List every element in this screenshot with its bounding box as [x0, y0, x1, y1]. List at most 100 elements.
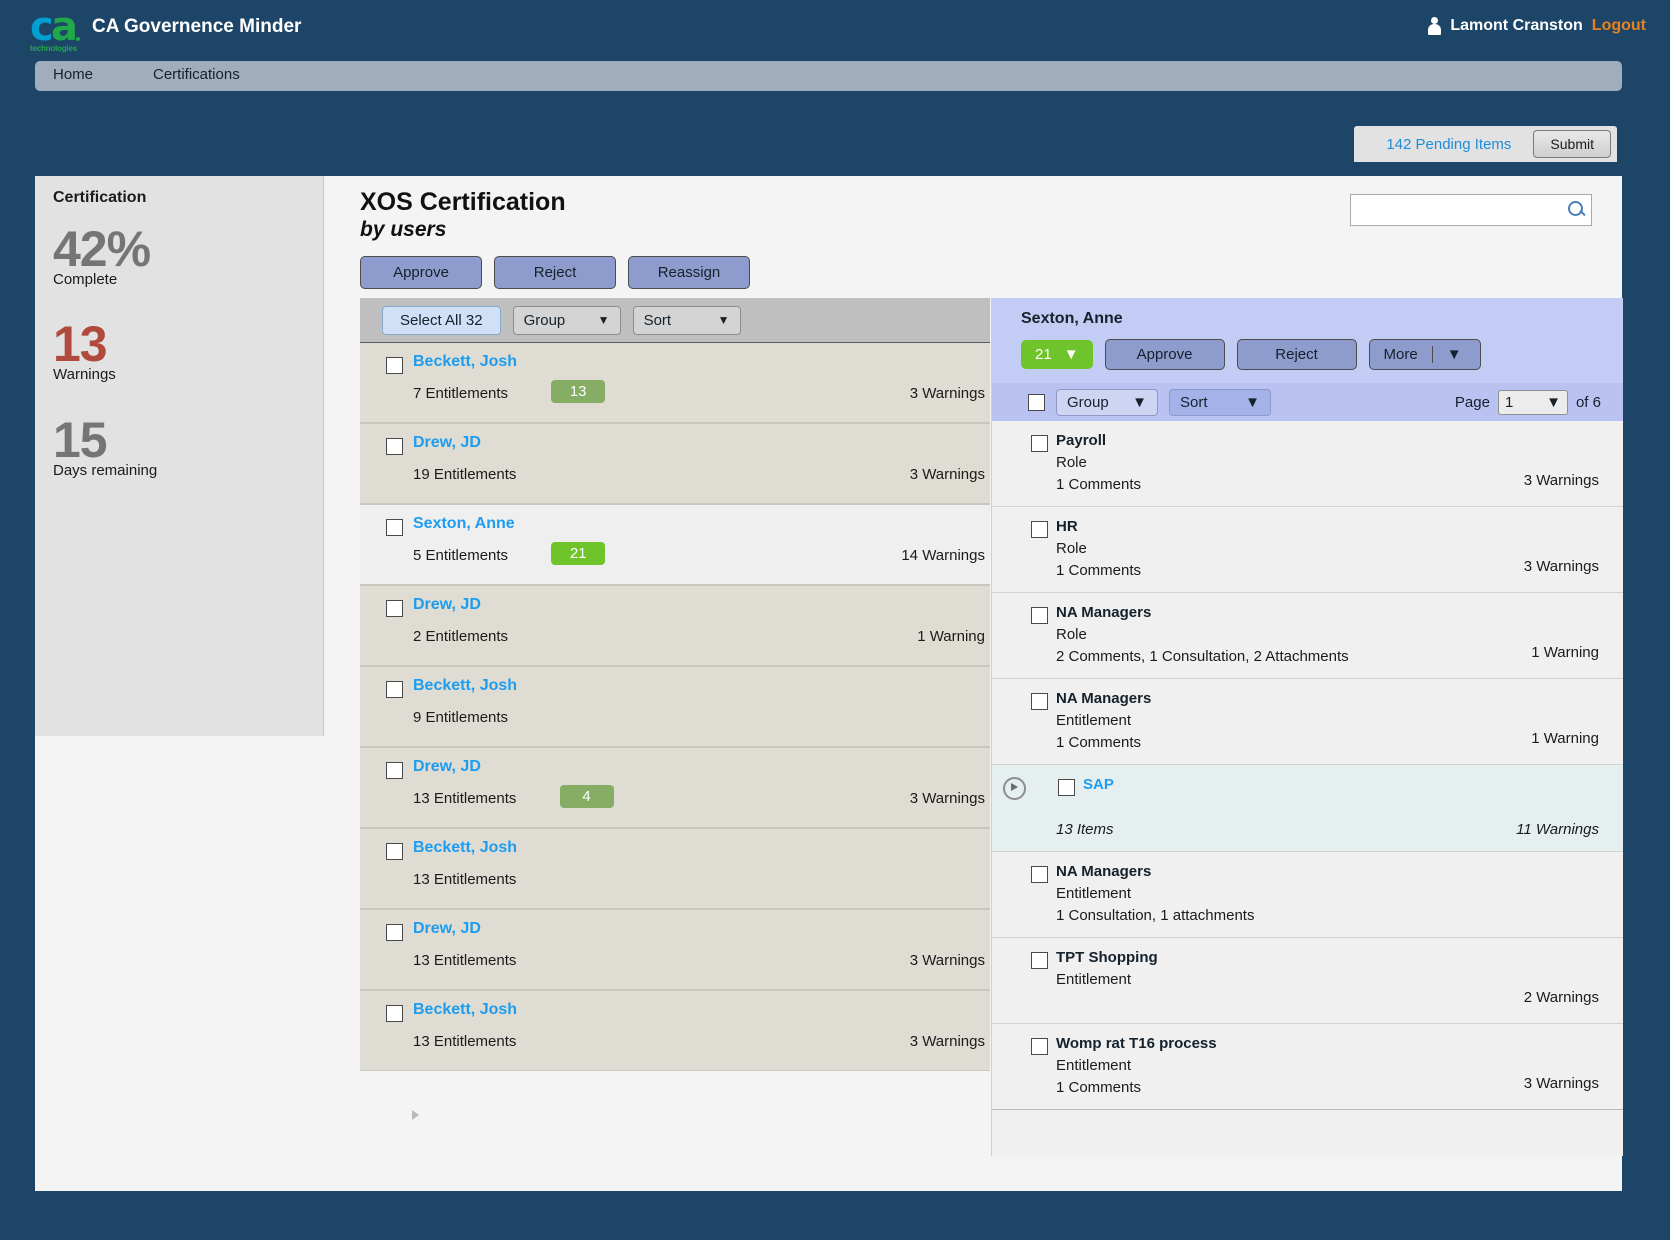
two-column-area: Select All 32 Group ▼ Sort ▼ Beckett, Jo… — [360, 298, 1623, 1156]
list-item[interactable]: Payroll Role 1 Comments 3 Warnings — [992, 421, 1623, 507]
pending-count-badge[interactable]: 21 — [551, 542, 606, 565]
user-name-link[interactable]: Beckett, Josh — [413, 353, 517, 371]
list-item[interactable]: TPT Shopping Entitlement 2 Warnings — [992, 938, 1623, 1024]
detail-row-checkbox[interactable] — [1031, 693, 1048, 710]
detail-panel-header: Sexton, Anne 21 ▼ Approve Reject More ▼ — [992, 298, 1623, 383]
row-checkbox[interactable] — [386, 762, 403, 779]
search-input[interactable] — [1351, 195, 1567, 225]
row-checkbox[interactable] — [386, 519, 403, 536]
user-name-link[interactable]: Beckett, Josh — [413, 839, 517, 857]
row-checkbox[interactable] — [386, 357, 403, 374]
nav-item-certifications[interactable]: Certifications — [153, 66, 240, 83]
row-checkbox[interactable] — [386, 600, 403, 617]
group-dropdown[interactable]: Group ▼ — [512, 305, 621, 335]
sidebar-title: Certification — [53, 189, 147, 206]
row-checkbox[interactable] — [386, 924, 403, 941]
user-name-link[interactable]: Drew, JD — [413, 758, 481, 776]
detail-select-all-checkbox[interactable] — [1028, 393, 1045, 411]
detail-item-meta: 1 Comments — [1056, 476, 1142, 493]
row-checkbox[interactable] — [386, 843, 403, 860]
detail-reject-button[interactable]: Reject — [1236, 339, 1357, 370]
user-area: Lamont Cranston Logout — [1428, 17, 1646, 35]
list-item[interactable]: NA Managers Role 2 Comments, 1 Consultatio… — [992, 593, 1623, 679]
logo-letter-a: a — [51, 4, 78, 50]
stat-days-value: 15 — [53, 412, 108, 468]
nav-item-home[interactable]: Home — [53, 66, 93, 83]
detail-item-meta: 2 Comments, 1 Consultation, 2 Attachment… — [1056, 648, 1349, 665]
detail-row-checkbox[interactable] — [1031, 607, 1048, 624]
list-item[interactable]: HR Role 1 Comments 3 Warnings — [992, 507, 1623, 593]
detail-item-type: Entitlement — [1056, 971, 1132, 988]
bulk-action-buttons: Approve Reject Reassign — [360, 256, 750, 289]
table-row[interactable]: Beckett, Josh 7 Entitlements 13 3 Warnings — [360, 342, 990, 423]
user-list-toolbar: Select All 32 Group ▼ Sort ▼ — [360, 298, 990, 342]
detail-warning-count: 3 Warnings — [1523, 558, 1599, 575]
pending-count-badge[interactable]: 13 — [551, 380, 606, 403]
avatar-body-shape — [1428, 24, 1442, 35]
logout-link[interactable]: Logout — [1592, 17, 1646, 35]
page-title: XOS Certification — [360, 188, 566, 216]
sort-dropdown[interactable]: Sort ▼ — [632, 305, 741, 335]
detail-more-button[interactable]: More ▼ — [1368, 339, 1481, 370]
reassign-button[interactable]: Reassign — [628, 256, 750, 289]
list-item[interactable]: NA Managers Entitlement 1 Comments 1 Warnin… — [992, 679, 1623, 765]
detail-group-row[interactable]: SAP 13 Items 11 Warnings — [992, 765, 1623, 852]
table-row[interactable]: Beckett, Josh 9 Entitlements — [360, 666, 990, 747]
user-name-link[interactable]: Beckett, Josh — [413, 1001, 517, 1019]
table-row[interactable]: Drew, JD 2 Entitlements 1 Warning — [360, 585, 990, 666]
user-name-link[interactable]: Drew, JD — [413, 434, 481, 452]
search-icon-handle — [1579, 209, 1586, 217]
detail-row-checkbox[interactable] — [1031, 1038, 1048, 1055]
main-region: XOS Certification by users Approve Rejec… — [324, 176, 1623, 1191]
warning-count-label: 3 Warnings — [909, 385, 985, 402]
detail-row-checkbox[interactable] — [1058, 779, 1075, 796]
entitlement-count-label: 2 Entitlements — [413, 628, 509, 645]
user-name-link[interactable]: Beckett, Josh — [413, 677, 517, 695]
list-item[interactable]: NA Managers Entitlement 1 Consultation, 1 … — [992, 852, 1623, 938]
sort-dropdown-label: Sort — [643, 311, 672, 329]
detail-row-checkbox[interactable] — [1031, 866, 1048, 883]
pending-items-link[interactable]: 142 Pending Items — [1386, 136, 1511, 153]
chevron-down-icon: ▼ — [717, 313, 730, 327]
detail-warning-count: 1 Warning — [1531, 644, 1599, 661]
detail-row-checkbox[interactable] — [1031, 521, 1048, 538]
approve-button[interactable]: Approve — [360, 256, 482, 289]
row-checkbox[interactable] — [386, 681, 403, 698]
detail-group-dropdown[interactable]: Group ▼ — [1056, 388, 1158, 416]
table-row[interactable]: Beckett, Josh 13 Entitlements — [360, 828, 990, 909]
detail-count-dropdown[interactable]: 21 ▼ — [1021, 340, 1093, 369]
submit-button[interactable]: Submit — [1533, 130, 1611, 158]
user-name-link[interactable]: Drew, JD — [413, 920, 481, 938]
table-row[interactable]: Drew, JD 19 Entitlements 3 Warnings — [360, 423, 990, 504]
group-dropdown-label: Group — [523, 311, 566, 329]
row-checkbox[interactable] — [386, 1005, 403, 1022]
row-checkbox[interactable] — [386, 438, 403, 455]
table-row[interactable]: Drew, JD 13 Entitlements 3 Warnings — [360, 909, 990, 990]
page-number-select[interactable]: 1 ▼ — [1497, 390, 1568, 415]
main-navigation-bar: Home Certifications — [35, 61, 1622, 91]
page-number-value: 1 — [1504, 394, 1514, 411]
entitlement-count-label: 5 Entitlements — [413, 547, 509, 564]
list-item[interactable]: Womp rat T16 process Entitlement 1 Comment… — [992, 1024, 1623, 1110]
pending-count-badge[interactable]: 4 — [559, 785, 614, 808]
select-all-button[interactable]: Select All 32 — [382, 305, 501, 335]
detail-approve-button[interactable]: Approve — [1104, 339, 1225, 370]
detail-row-checkbox[interactable] — [1031, 952, 1048, 969]
table-row[interactable]: Sexton, Anne 5 Entitlements 21 14 Warnings — [360, 504, 990, 585]
warning-count-label: 3 Warnings — [909, 1033, 985, 1050]
detail-item-type: Role — [1056, 454, 1087, 471]
stat-warnings-value: 13 — [53, 316, 108, 372]
stat-days-label: Days remaining — [53, 462, 158, 479]
detail-group-title-link[interactable]: SAP — [1083, 776, 1114, 793]
user-name-link[interactable]: Drew, JD — [413, 596, 481, 614]
detail-row-checkbox[interactable] — [1031, 435, 1048, 452]
detail-sort-dropdown[interactable]: Sort ▼ — [1169, 388, 1271, 416]
search-icon[interactable] — [1567, 200, 1586, 219]
user-name-link[interactable]: Sexton, Anne — [413, 515, 515, 533]
reject-button[interactable]: Reject — [494, 256, 616, 289]
table-row[interactable]: Drew, JD 13 Entitlements 4 3 Warnings — [360, 747, 990, 828]
table-row[interactable]: Beckett, Josh 13 Entitlements 3 Warnings — [360, 990, 990, 1071]
logo-dot-icon — [76, 37, 80, 41]
chevron-down-icon: ▼ — [597, 313, 610, 327]
expand-play-icon[interactable] — [1003, 777, 1026, 800]
